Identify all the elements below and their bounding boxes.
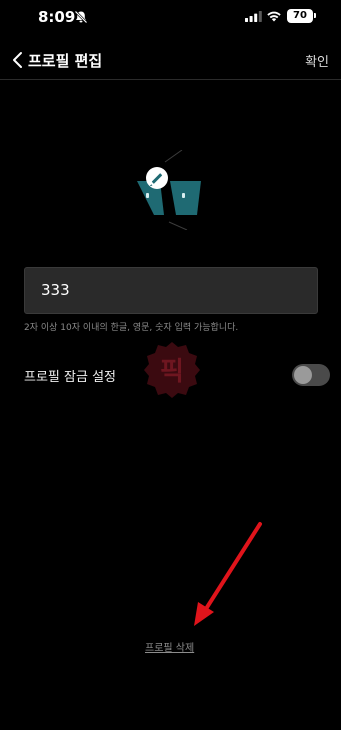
status-time: 8:09 [38,8,76,26]
toggle-knob [294,366,312,384]
signal-icon [245,11,262,22]
nav-bar: 프로필 편집 확인 [0,40,341,80]
nickname-input[interactable]: 333 [24,267,318,314]
profile-lock-label: 프로필 잠금 설정 [24,370,116,385]
back-button[interactable] [8,50,28,70]
confirm-button[interactable]: 확인 [305,51,329,70]
profile-avatar[interactable] [127,150,207,230]
red-arrow-annotation [194,522,262,626]
bell-slash-icon [74,10,88,24]
nickname-hint: 2자 이상 10자 이내의 한글, 영문, 숫자 입력 가능합니다. [24,323,239,333]
page-title: 프로필 편집 [28,52,103,70]
battery-tip [314,13,316,18]
watermark-text: 픽 [160,357,184,387]
status-bar: 8:09 70 [0,0,341,36]
profile-lock-toggle[interactable] [292,364,330,386]
watermark-logo: 픽 [144,342,200,398]
battery-icon: 70 [287,9,313,23]
delete-profile-link[interactable]: 프로필 삭제 [145,639,194,654]
wifi-icon [267,11,281,22]
